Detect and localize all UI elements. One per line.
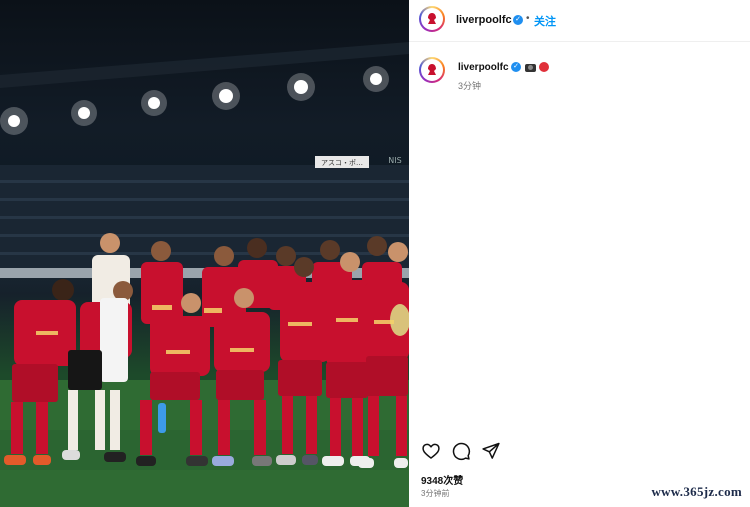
team-photo-illustration: アスコ・ポ… NIS bbox=[0, 42, 409, 507]
author-avatar[interactable] bbox=[419, 6, 445, 32]
caption-timestamp: 3分钟 bbox=[458, 81, 482, 91]
post-timestamp: 3分钟前 bbox=[421, 489, 450, 498]
red-circle-emoji-icon bbox=[539, 62, 549, 72]
camera-emoji-icon bbox=[525, 64, 536, 72]
post-panel: liverpoolfc ✓ • 关注 liverpoolfc ✓ 3分钟 934… bbox=[409, 0, 750, 507]
post-photo[interactable]: アスコ・ポ… NIS bbox=[0, 0, 409, 507]
site-watermark: www.365jz.com bbox=[651, 484, 742, 499]
verified-badge-icon: ✓ bbox=[513, 15, 523, 25]
send-icon[interactable] bbox=[481, 441, 501, 461]
ad-board-2-text: NIS bbox=[388, 156, 401, 165]
stadium-roof bbox=[0, 42, 409, 88]
post-header: liverpoolfc ✓ • 关注 bbox=[409, 0, 750, 42]
follow-button[interactable]: 关注 bbox=[534, 13, 556, 29]
like-count[interactable]: 9348次赞 bbox=[421, 472, 463, 487]
comment-icon[interactable] bbox=[451, 441, 471, 461]
header-username[interactable]: liverpoolfc bbox=[456, 14, 512, 26]
caption-verified-badge-icon: ✓ bbox=[511, 62, 521, 72]
header-separator: • bbox=[526, 13, 530, 24]
caption-username[interactable]: liverpoolfc bbox=[458, 62, 509, 73]
heart-icon[interactable] bbox=[421, 441, 441, 461]
liverbird-crest-icon bbox=[423, 10, 441, 28]
caption-avatar[interactable] bbox=[419, 57, 445, 83]
liverbird-crest-icon bbox=[423, 61, 441, 79]
ad-board-1-text: アスコ・ポ… bbox=[321, 159, 363, 167]
